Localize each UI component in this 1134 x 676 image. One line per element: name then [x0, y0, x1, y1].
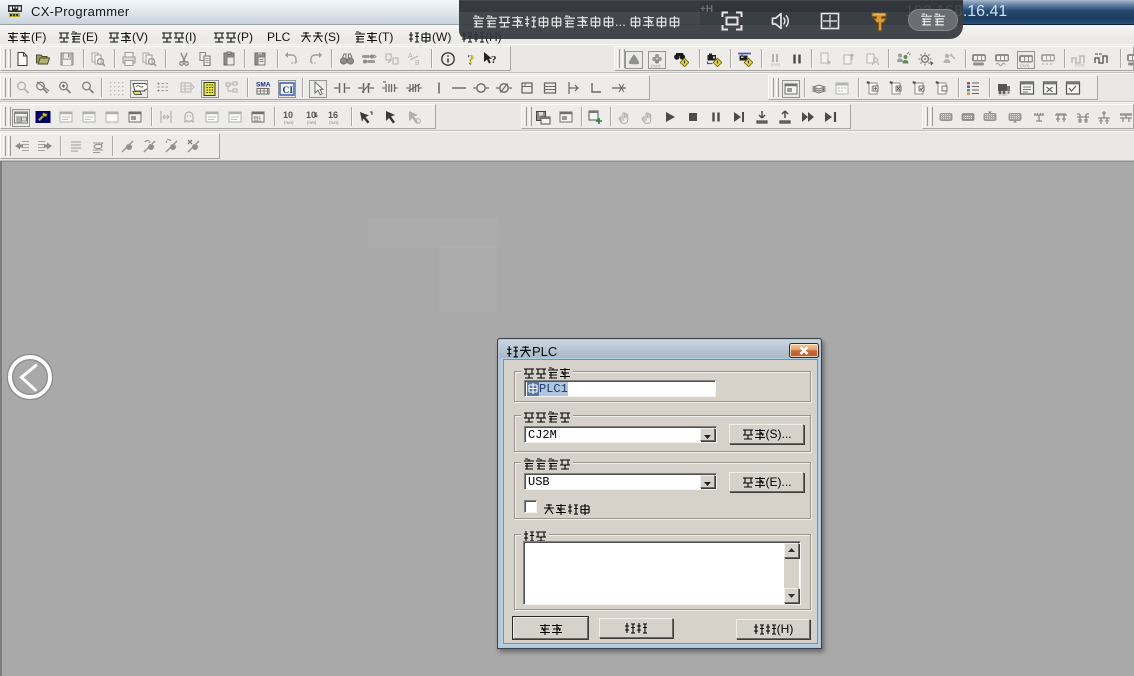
svg-text:16: 16 — [328, 110, 338, 120]
svg-text:(run): (run) — [771, 62, 781, 67]
svg-text:10: 10 — [283, 110, 293, 120]
svg-text:10: 10 — [306, 110, 316, 120]
svg-text:002: 002 — [254, 121, 262, 125]
svg-text:CI: CI — [283, 86, 294, 96]
svg-text:(run): (run) — [329, 120, 339, 125]
svg-text:(run): (run) — [284, 120, 294, 125]
svg-text:SMA: SMA — [256, 82, 271, 89]
svg-text:(run): (run) — [1020, 63, 1030, 68]
svg-text:?: ? — [491, 54, 497, 66]
svg-text:B: B — [415, 60, 420, 67]
svg-text:(run): (run) — [1075, 63, 1085, 68]
svg-text:(run): (run) — [999, 92, 1008, 97]
svg-text:(run): (run) — [651, 64, 661, 69]
svg-text:?: ? — [468, 53, 475, 67]
svg-text:(net): (net) — [307, 120, 317, 125]
